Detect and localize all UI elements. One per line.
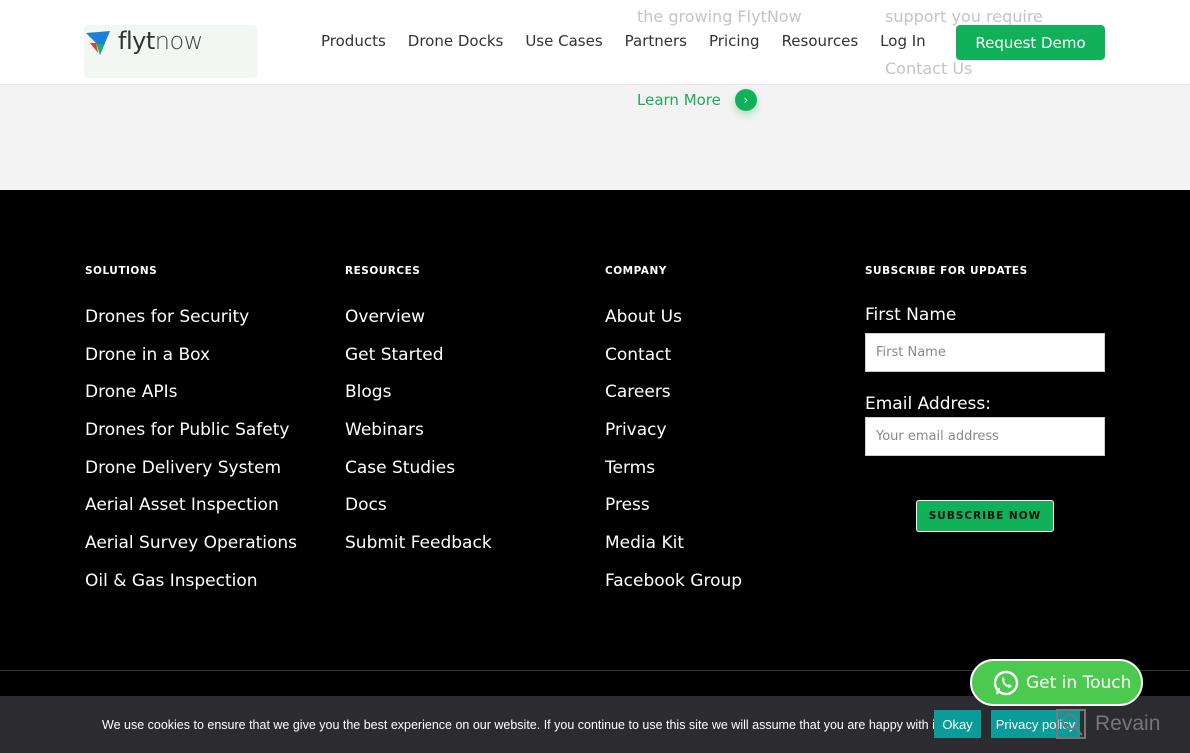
column-title: SUBSCRIBE FOR UPDATES (865, 265, 1028, 277)
logo-text: flyt (118, 27, 155, 55)
footer-link[interactable]: Drones for Security (85, 307, 297, 345)
footer-link[interactable]: Facebook Group (605, 571, 742, 609)
get-in-touch-button[interactable]: Get in Touch (970, 659, 1143, 706)
get-in-touch-label: Get in Touch (1026, 672, 1132, 693)
nav-drone-docks[interactable]: Drone Docks (408, 32, 504, 50)
revain-text: Revain (1095, 712, 1161, 735)
main-nav: Products Drone Docks Use Cases Partners … (321, 32, 948, 50)
footer-link[interactable]: Drones for Public Safety (85, 420, 297, 458)
logo[interactable]: flytnow (84, 25, 257, 78)
footer-solutions: SOLUTIONS Drones for Security Drone in a… (85, 265, 297, 609)
column-title: COMPANY (605, 265, 667, 277)
footer-link[interactable]: Aerial Asset Inspection (85, 495, 297, 533)
footer-link[interactable]: Overview (345, 307, 492, 345)
okay-button[interactable]: Okay (934, 710, 981, 738)
learn-more-link[interactable]: Learn More › (637, 89, 757, 111)
footer-link[interactable]: Docs (345, 495, 492, 533)
nav-pricing[interactable]: Pricing (709, 32, 760, 50)
footer-subscribe: SUBSCRIBE FOR UPDATES (865, 265, 1028, 307)
logo-text: now (154, 27, 204, 55)
nav-partners[interactable]: Partners (625, 32, 687, 50)
footer-link[interactable]: Drone in a Box (85, 345, 297, 383)
footer-link[interactable]: Privacy (605, 420, 742, 458)
footer-link[interactable]: Drone APIs (85, 382, 297, 420)
subscribe-button[interactable]: SUBSCRIBE NOW (916, 500, 1054, 532)
first-name-input[interactable]: First Name (865, 333, 1105, 372)
footer-resources: RESOURCES Overview Get Started Blogs Web… (345, 265, 492, 571)
footer-link[interactable]: Drone Delivery System (85, 458, 297, 496)
nav-use-cases[interactable]: Use Cases (525, 32, 602, 50)
footer-company: COMPANY About Us Contact Careers Privacy… (605, 265, 742, 609)
cookie-message: We use cookies to ensure that we give yo… (102, 717, 942, 732)
revain-watermark: Revain (1055, 708, 1160, 740)
nav-products[interactable]: Products (321, 32, 386, 50)
faded-text: the growing FlytNow (637, 7, 802, 26)
footer-link[interactable]: Webinars (345, 420, 492, 458)
nav-log-in[interactable]: Log In (880, 32, 926, 50)
email-label: Email Address: (865, 394, 991, 414)
column-title: SOLUTIONS (85, 265, 158, 277)
email-input[interactable]: Your email address (865, 417, 1105, 456)
footer-link[interactable]: Get Started (345, 345, 492, 383)
chevron-right-icon: › (734, 89, 757, 111)
whatsapp-icon (993, 670, 1019, 695)
footer-link[interactable]: Submit Feedback (345, 533, 492, 571)
footer-link[interactable]: Press (605, 495, 742, 533)
faded-text: support you require (885, 7, 1043, 26)
footer-link[interactable]: Contact (605, 345, 742, 383)
footer-link[interactable]: About Us (605, 307, 742, 345)
learn-more-label: Learn More (637, 91, 721, 109)
nav-resources[interactable]: Resources (782, 32, 859, 50)
request-demo-button[interactable]: Request Demo (956, 25, 1105, 60)
footer-link[interactable]: Media Kit (605, 533, 742, 571)
footer-link[interactable]: Oil & Gas Inspection (85, 571, 297, 609)
footer-link[interactable]: Terms (605, 458, 742, 496)
column-title: RESOURCES (345, 265, 421, 277)
revain-logo-icon (1056, 709, 1086, 739)
first-name-label: First Name (865, 305, 957, 325)
footer-link[interactable]: Careers (605, 382, 742, 420)
footer-link[interactable]: Blogs (345, 382, 492, 420)
flytnow-logo-icon (86, 31, 110, 55)
footer-link[interactable]: Aerial Survey Operations (85, 533, 297, 571)
footer-link[interactable]: Case Studies (345, 458, 492, 496)
contact-link[interactable]: Contact Us (885, 59, 972, 78)
